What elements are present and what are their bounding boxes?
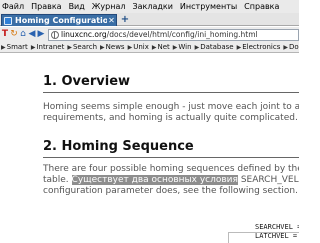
section-heading-overview: 1. Overview	[43, 74, 131, 89]
page-content: 1. Overview Homing seems simple enough -…	[0, 54, 299, 243]
section-heading-homing-sequence: 2. Homing Sequence	[43, 139, 194, 154]
heading-divider	[43, 157, 299, 158]
close-tab-icon[interactable]: ✕	[107, 16, 116, 25]
bookmark-folder-win[interactable]: ▶ Win	[173, 43, 192, 51]
bookmark-label: Intranet	[36, 43, 65, 51]
folder-arrow-icon: ▶	[127, 43, 133, 51]
text-tool-icon[interactable]: T	[1, 29, 9, 40]
url-text: linuxcnc.org/docs/devel/html/config/ini_…	[61, 30, 258, 39]
reload-icon[interactable]: ↻	[10, 29, 18, 40]
folder-arrow-icon: ▶	[194, 43, 200, 51]
sequence-text-line: configuration parameter does, see the fo…	[43, 186, 298, 196]
bookmark-label: Win	[178, 43, 192, 51]
bookmark-label: Search	[72, 43, 98, 51]
bookmark-label: Doc	[289, 43, 299, 51]
bookmarks-toolbar: ▶ Smart ▶ Intranet ▶ Search ▶ News ▶ Unix ▶ Ne…	[0, 42, 299, 53]
bookmark-folder-news[interactable]: ▶ News	[100, 43, 125, 51]
home-icon[interactable]: ⌂	[19, 29, 27, 40]
back-icon[interactable]: ◀	[28, 29, 36, 40]
bookmark-label: Electronics	[242, 43, 281, 51]
menu-tools[interactable]: Инструменты	[180, 0, 237, 13]
bookmark-folder-database[interactable]: ▶ Database	[195, 43, 234, 51]
tab-title: Homing Configuration	[15, 16, 107, 25]
folder-arrow-icon: ▶	[283, 43, 288, 51]
overview-text-line: requirements, and homing is actually qui…	[43, 113, 298, 123]
url-host: linuxcnc.org	[61, 30, 107, 39]
folder-arrow-icon: ▶	[172, 43, 178, 51]
bookmark-folder-search[interactable]: ▶ Search	[67, 43, 97, 51]
bookmark-label: Unix	[133, 43, 149, 51]
sequence-text-line: table. Существует два основных условия S…	[43, 175, 299, 186]
overview-text-line: Homing seems simple enough - just move e…	[43, 102, 299, 112]
url-path: /docs/devel/html/config/ini_homing.html	[106, 30, 258, 39]
folder-arrow-icon: ▶	[100, 43, 105, 51]
new-tab-icon[interactable]: +	[120, 14, 130, 25]
code-label: LATCHVEL =	[255, 232, 298, 240]
bookmark-folder-doc[interactable]: ▶Doc	[283, 43, 299, 51]
text-segment: table.	[43, 175, 72, 185]
menu-file[interactable]: Файл	[2, 0, 24, 13]
bookmark-folder-net[interactable]: ▶ Net	[152, 43, 170, 51]
folder-arrow-icon: ▶	[30, 43, 36, 51]
bookmark-folder-smart[interactable]: ▶ Smart	[1, 43, 28, 51]
text-segment: SEARCH_VEL a	[240, 175, 299, 185]
menu-history[interactable]: Журнал	[92, 0, 126, 13]
site-identity-icon[interactable]	[51, 30, 59, 39]
folder-arrow-icon: ▶	[67, 43, 72, 51]
menu-bookmarks[interactable]: Закладки	[132, 0, 172, 13]
navigation-toolbar: T ↻ ⌂ ◀ ▶ linuxcnc.org/docs/devel/html/c…	[0, 27, 299, 42]
bookmark-label: News	[105, 43, 125, 51]
menu-view[interactable]: Вид	[69, 0, 85, 13]
bookmark-folder-unix[interactable]: ▶ Unix	[128, 43, 149, 51]
menu-bar: Файл Правка Вид Журнал Закладки Инструме…	[0, 0, 299, 13]
translation-highlight[interactable]: Существует два основных условия	[71, 175, 238, 185]
folder-arrow-icon: ▶	[151, 43, 157, 51]
tab-homing-configuration[interactable]: Homing Configuration ✕	[1, 14, 117, 26]
bookmark-folder-intranet[interactable]: ▶ Intranet	[31, 43, 65, 51]
code-label: SEARCHVEL =	[255, 223, 299, 231]
bookmark-label: Net	[157, 43, 170, 51]
page-favicon-icon	[4, 16, 12, 25]
bookmark-label: Database	[200, 43, 234, 51]
sequence-text-line: There are four possible homing sequences…	[43, 164, 299, 174]
address-bar[interactable]: linuxcnc.org/docs/devel/html/config/ini_…	[48, 28, 299, 41]
folder-arrow-icon: ▶	[236, 43, 242, 51]
bookmark-folder-electronics[interactable]: ▶ Electronics	[237, 43, 281, 51]
folder-arrow-icon: ▶	[1, 43, 6, 51]
bookmark-label: Smart	[6, 43, 28, 51]
menu-edit[interactable]: Правка	[31, 0, 61, 13]
heading-divider	[43, 92, 299, 93]
menu-help[interactable]: Справка	[244, 0, 279, 13]
forward-icon[interactable]: ▶	[37, 29, 45, 40]
tab-strip: Homing Configuration ✕ +	[0, 13, 299, 26]
